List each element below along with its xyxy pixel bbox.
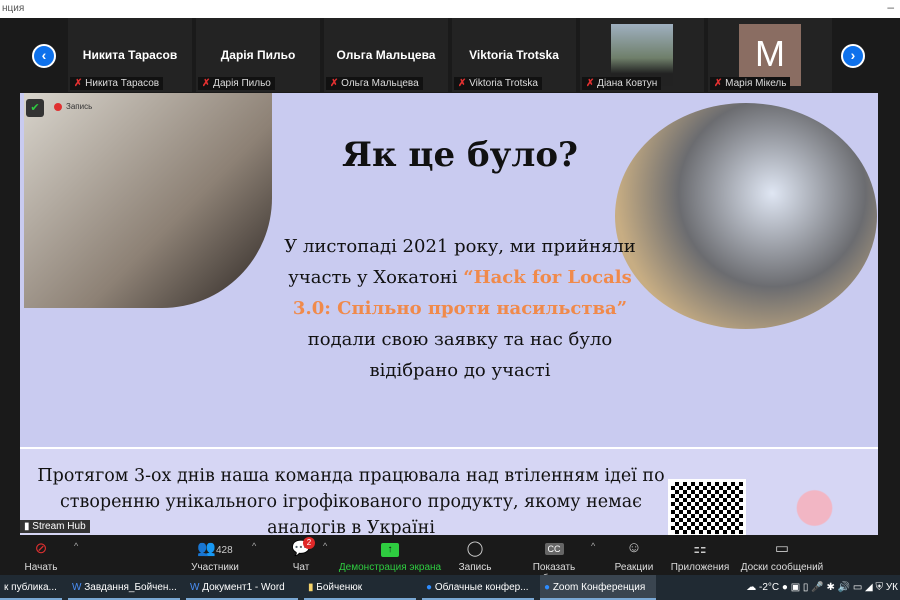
taskbar-item-zoom-active[interactable]: ● Zoom Конференция xyxy=(540,575,656,600)
label: Завдання_Бойчен... xyxy=(84,582,177,593)
whiteboards-button[interactable]: ▭ Доски сообщений xyxy=(740,539,824,573)
zoom-icon: ● xyxy=(426,582,435,593)
participant-tile[interactable]: Viktoria Trotska ✗ Viktoria Trotska xyxy=(452,18,576,92)
taskbar-item-folder[interactable]: ▮ Бойченюк xyxy=(304,575,416,600)
apps-button[interactable]: ⚏ Приложения xyxy=(670,539,730,573)
participant-label: ✗ Viktoria Trotska xyxy=(454,77,542,90)
label: Документ1 - Word xyxy=(202,582,285,593)
taskbar-item-zoom[interactable]: ● Облачные конфер... xyxy=(422,575,534,600)
minimize-button[interactable]: – xyxy=(887,0,894,14)
temperature: -2°C xyxy=(758,582,780,593)
body-text: подали свою заявку та нас було відібрано… xyxy=(307,329,613,381)
mic-muted-icon: ✗ xyxy=(202,78,211,89)
label: Приложения xyxy=(670,562,730,573)
taskbar: к публика... W Завдання_Бойчен... W Доку… xyxy=(0,575,900,600)
reactions-icon: ☺ xyxy=(626,539,642,556)
recording-label: Запись xyxy=(66,102,93,111)
label-text: Дарія Пильо xyxy=(213,78,271,89)
title-bar: нция – xyxy=(0,0,900,18)
participant-tile[interactable]: Никита Тарасов ✗ Никита Тарасов xyxy=(68,18,192,92)
participant-tile[interactable]: ✗ Діана Ковтун xyxy=(580,18,704,92)
participants-caret[interactable]: ^ xyxy=(252,541,256,551)
record-button[interactable]: ◯ Запись xyxy=(455,539,495,573)
participant-name: Дарія Пильо xyxy=(220,48,296,62)
label: Демонстрация экрана xyxy=(338,562,442,573)
record-icon: ◯ xyxy=(466,540,484,557)
video-options-caret[interactable]: ^ xyxy=(74,541,78,551)
participant-tile[interactable]: Дарія Пильо ✗ Дарія Пильо xyxy=(196,18,320,92)
window-title: нция xyxy=(2,3,25,14)
taskbar-item-word[interactable]: W Документ1 - Word xyxy=(186,575,298,600)
share-screen-icon: ↑ xyxy=(338,539,442,559)
section2-text: Протягом 3-ох днів наша команда працювал… xyxy=(37,466,665,538)
participant-label: ✗ Ольга Мальцева xyxy=(326,77,423,90)
mic-muted-icon: ✗ xyxy=(714,78,723,89)
label-text: Ольга Мальцева xyxy=(341,78,419,89)
label-text: Никита Тарасов xyxy=(85,78,160,89)
label-text: Діана Ковтун xyxy=(597,78,658,89)
captions-caret[interactable]: ^ xyxy=(591,541,595,551)
team-photo xyxy=(24,93,272,308)
laptops-photo xyxy=(615,103,877,329)
label: Чат xyxy=(292,562,310,573)
meeting-toolbar: ⊘Начать видео ^ 👥428Участники ^ 💬Чат 2 ^… xyxy=(0,535,900,584)
recording-indicator: Запись xyxy=(54,102,92,111)
participant-tile[interactable]: Ольга Мальцева ✗ Ольга Мальцева xyxy=(324,18,448,92)
participant-tile[interactable]: M ✗ Марія Мікель xyxy=(708,18,832,92)
slide-section-2: Протягом 3-ох днів наша команда працювал… xyxy=(20,447,878,538)
label: Бойченюк xyxy=(316,582,363,593)
whiteboard-icon: ▭ xyxy=(774,540,790,557)
mic-muted-icon: ✗ xyxy=(458,78,467,89)
video-off-icon: ⊘ xyxy=(34,540,48,557)
shared-screen: ✔ Запись Як це було? У листопаді 2021 ро… xyxy=(20,93,878,538)
apps-icon: ⚏ xyxy=(693,540,707,557)
label: Запись xyxy=(458,562,492,573)
zoom-icon: ● xyxy=(544,582,553,593)
participants-count: 428 xyxy=(216,545,233,556)
participant-strip: ‹ Никита Тарасов ✗ Никита Тарасов Дарія П… xyxy=(0,18,900,93)
chat-caret[interactable]: ^ xyxy=(323,541,327,551)
label: Доски сообщений xyxy=(740,562,824,573)
taskbar-item[interactable]: к публика... xyxy=(0,575,62,600)
language-indicator[interactable]: УК xyxy=(886,582,898,593)
stream-hub-text: Stream Hub xyxy=(32,521,86,532)
shield-icon[interactable]: ✔ xyxy=(26,99,44,117)
word-icon: W xyxy=(190,582,203,593)
label-text: Viktoria Trotska xyxy=(469,78,538,89)
participants-icon: 👥428 xyxy=(197,540,233,557)
system-tray: ☁ -2°C ● ▣ ▯ 🎤 ✱ 🔊 ▭ ◢ ⛨ УК xyxy=(746,575,898,600)
weather-icon: ☁ xyxy=(746,582,759,593)
participant-label: ✗ Дарія Пильо xyxy=(198,77,275,90)
participant-name: Ольга Мальцева xyxy=(336,48,436,62)
decorative-tree xyxy=(765,479,855,537)
mic-muted-icon: ✗ xyxy=(586,78,595,89)
tray-icons[interactable]: ● ▣ ▯ 🎤 ✱ 🔊 ▭ ◢ ⛨ xyxy=(782,582,883,593)
slide-body: У листопаді 2021 року, ми прийняли участ… xyxy=(275,231,645,386)
label: Участники xyxy=(191,562,239,573)
slide-title: Як це було? xyxy=(342,135,578,175)
taskbar-item-word[interactable]: W Завдання_Бойчен... xyxy=(68,575,180,600)
participant-label: ✗ Марія Мікель xyxy=(710,77,791,90)
participants-button[interactable]: 👥428 Участники xyxy=(190,539,240,573)
record-dot-icon xyxy=(54,102,62,111)
share-screen-button[interactable]: ↑ Демонстрация экрана xyxy=(338,539,442,573)
label: Zoom Конференция xyxy=(552,582,646,593)
participant-label: ✗ Никита Тарасов xyxy=(70,77,164,90)
next-page-button[interactable]: › xyxy=(841,44,865,68)
mic-muted-icon: ✗ xyxy=(330,78,339,89)
label: Облачные конфер... xyxy=(434,582,529,593)
participant-name: Viktoria Trotska xyxy=(469,48,559,62)
stream-hub-label: ▮ Stream Hub xyxy=(20,520,90,533)
cc-icon: CC xyxy=(510,539,598,559)
chat-badge: 2 xyxy=(303,537,315,549)
reactions-button[interactable]: ☺ Реакции xyxy=(613,539,655,573)
prev-page-button[interactable]: ‹ xyxy=(32,44,56,68)
participant-name: Никита Тарасов xyxy=(82,48,178,62)
label: Реакции xyxy=(614,562,654,573)
mic-muted-icon: ✗ xyxy=(74,78,83,89)
label-text: Марія Мікель xyxy=(725,78,787,89)
word-icon: W xyxy=(72,582,85,593)
qr-code xyxy=(668,479,746,537)
participant-label: ✗ Діана Ковтун xyxy=(582,77,662,90)
